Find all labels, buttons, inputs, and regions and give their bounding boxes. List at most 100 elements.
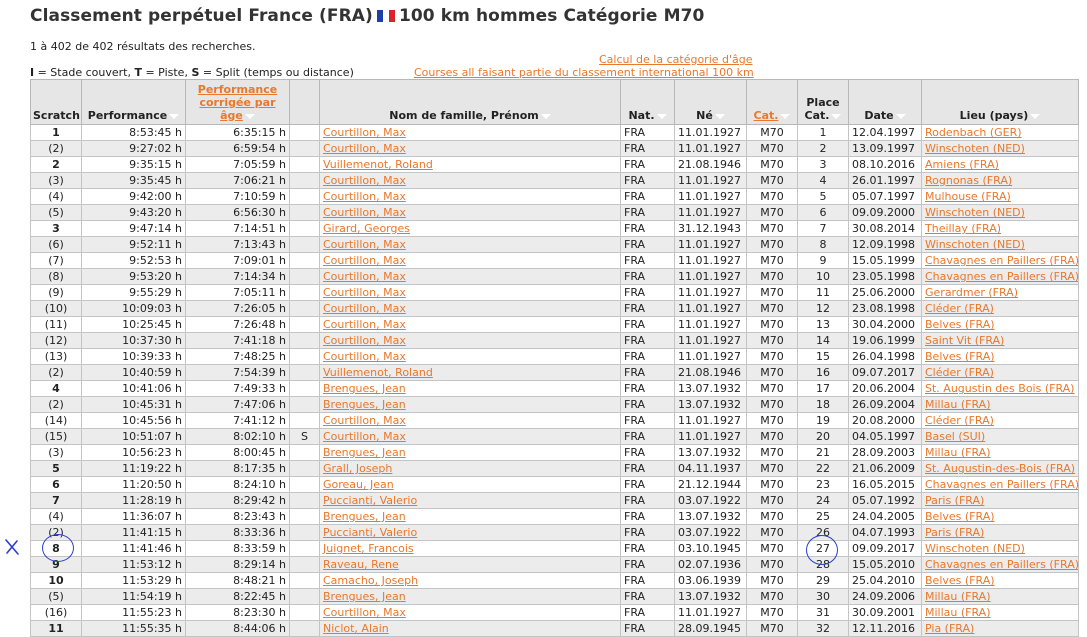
cell-lieu[interactable]: Chavagnes en Paillers (FRA): [921, 268, 1079, 285]
cell-name-link[interactable]: Brengues, Jean: [323, 446, 406, 459]
cell-name[interactable]: Courtillon, Max: [319, 252, 621, 269]
cell-name[interactable]: Niclot, Alain: [319, 620, 621, 637]
cell-name[interactable]: Courtillon, Max: [319, 188, 621, 205]
cell-lieu[interactable]: Gerardmer (FRA): [921, 284, 1079, 301]
cell-name[interactable]: Courtillon, Max: [319, 268, 621, 285]
cell-lieu-link[interactable]: Mulhouse (FRA): [925, 190, 1011, 203]
cell-name-link[interactable]: Courtillon, Max: [323, 606, 406, 619]
cell-name[interactable]: Brengues, Jean: [319, 588, 621, 605]
cell-name-link[interactable]: Vuillemenot, Roland: [323, 158, 433, 171]
cell-name[interactable]: Courtillon, Max: [319, 284, 621, 301]
cell-name-link[interactable]: Courtillon, Max: [323, 190, 406, 203]
cell-name[interactable]: Courtillon, Max: [319, 204, 621, 221]
cell-name[interactable]: Courtillon, Max: [319, 300, 621, 317]
cell-lieu[interactable]: Cléder (FRA): [921, 300, 1079, 317]
cell-name-link[interactable]: Puccianti, Valerio: [323, 526, 417, 539]
cell-name-link[interactable]: Brengues, Jean: [323, 398, 406, 411]
cell-name-link[interactable]: Goreau, Jean: [323, 478, 394, 491]
cell-lieu-link[interactable]: Gerardmer (FRA): [925, 286, 1018, 299]
cell-name-link[interactable]: Puccianti, Valerio: [323, 494, 417, 507]
cell-name-link[interactable]: Camacho, Joseph: [323, 574, 418, 587]
cell-lieu[interactable]: Pia (FRA): [921, 620, 1079, 637]
cell-lieu[interactable]: Millau (FRA): [921, 588, 1079, 605]
cell-lieu[interactable]: Rodenbach (GER): [921, 124, 1079, 141]
col-header-cat[interactable]: Cat.: [746, 79, 798, 125]
cell-name[interactable]: Courtillon, Max: [319, 124, 621, 141]
sort-arrow-icon[interactable]: [656, 113, 667, 119]
cell-name[interactable]: Goreau, Jean: [319, 476, 621, 493]
sort-arrow-icon[interactable]: [780, 113, 791, 119]
cell-lieu[interactable]: Paris (FRA): [921, 492, 1079, 509]
cell-name[interactable]: Juignet, Francois: [319, 540, 621, 557]
cell-name-link[interactable]: Raveau, Rene: [323, 558, 399, 571]
cell-name-link[interactable]: Vuillemenot, Roland: [323, 366, 433, 379]
cell-lieu[interactable]: Saint Vit (FRA): [921, 332, 1079, 349]
cell-name[interactable]: Puccianti, Valerio: [319, 492, 621, 509]
cell-name[interactable]: Courtillon, Max: [319, 412, 621, 429]
cell-name-link[interactable]: Courtillon, Max: [323, 206, 406, 219]
cell-name[interactable]: Vuillemenot, Roland: [319, 156, 621, 173]
cell-lieu[interactable]: Paris (FRA): [921, 524, 1079, 541]
cell-name-link[interactable]: Courtillon, Max: [323, 318, 406, 331]
cell-name-link[interactable]: Juignet, Francois: [323, 542, 414, 555]
cell-name-link[interactable]: Courtillon, Max: [323, 254, 406, 267]
cell-name-link[interactable]: Courtillon, Max: [323, 334, 406, 347]
cell-name-link[interactable]: Courtillon, Max: [323, 142, 406, 155]
cell-name-link[interactable]: Courtillon, Max: [323, 174, 406, 187]
cell-name[interactable]: Courtillon, Max: [319, 316, 621, 333]
col-header-lieu[interactable]: Lieu (pays): [921, 79, 1079, 125]
cell-name-link[interactable]: Girard, Georges: [323, 222, 410, 235]
cell-lieu[interactable]: Theillay (FRA): [921, 220, 1079, 237]
cell-lieu-link[interactable]: Chavagnes en Paillers (FRA): [925, 478, 1078, 491]
cell-name[interactable]: Vuillemenot, Roland: [319, 364, 621, 381]
col-header-performance[interactable]: Performance: [81, 79, 186, 125]
sort-arrow-icon[interactable]: [1030, 113, 1041, 119]
cell-lieu-link[interactable]: Belves (FRA): [925, 318, 995, 331]
cell-lieu-link[interactable]: Belves (FRA): [925, 574, 995, 587]
cell-lieu[interactable]: Winschoten (NED): [921, 204, 1079, 221]
cell-name[interactable]: Puccianti, Valerio: [319, 524, 621, 541]
cell-lieu-link[interactable]: St. Augustin-des-Bois (FRA): [925, 462, 1075, 475]
cell-lieu[interactable]: Mulhouse (FRA): [921, 188, 1079, 205]
cell-name-link[interactable]: Courtillon, Max: [323, 414, 406, 427]
age-category-calc-link[interactable]: Calcul de la catégorie d'âge: [599, 53, 753, 66]
cell-lieu-link[interactable]: St. Augustin des Bois (FRA): [925, 382, 1074, 395]
cell-lieu-link[interactable]: Saint Vit (FRA): [925, 334, 1004, 347]
col-header-date[interactable]: Date: [848, 79, 922, 125]
cell-name-link[interactable]: Courtillon, Max: [323, 430, 406, 443]
cell-name[interactable]: Courtillon, Max: [319, 348, 621, 365]
cell-lieu-link[interactable]: Cléder (FRA): [925, 302, 994, 315]
cell-lieu[interactable]: Winschoten (NED): [921, 540, 1079, 557]
cell-name-link[interactable]: Courtillon, Max: [323, 350, 406, 363]
cell-lieu-link[interactable]: Paris (FRA): [925, 526, 984, 539]
cell-lieu[interactable]: Millau (FRA): [921, 444, 1079, 461]
cell-name-link[interactable]: Niclot, Alain: [323, 622, 389, 635]
cell-name-link[interactable]: Brengues, Jean: [323, 510, 406, 523]
cell-lieu[interactable]: Amiens (FRA): [921, 156, 1079, 173]
cell-lieu[interactable]: Belves (FRA): [921, 572, 1079, 589]
col-header-nat[interactable]: Nat.: [620, 79, 675, 125]
sort-arrow-icon[interactable]: [169, 113, 180, 119]
sort-arrow-icon[interactable]: [244, 113, 255, 119]
cell-lieu-link[interactable]: Cléder (FRA): [925, 366, 994, 379]
col-header-corrected-performance[interactable]: Performance corrigée par âge: [185, 79, 290, 125]
cell-lieu-link[interactable]: Amiens (FRA): [925, 158, 999, 171]
international-courses-link[interactable]: Courses all faisant partie du classement…: [414, 66, 754, 79]
cell-name-link[interactable]: Courtillon, Max: [323, 126, 406, 139]
cell-lieu[interactable]: Basel (SUI): [921, 428, 1079, 445]
cell-name[interactable]: Raveau, Rene: [319, 556, 621, 573]
cell-lieu[interactable]: Cléder (FRA): [921, 364, 1079, 381]
cell-lieu[interactable]: Winschoten (NED): [921, 236, 1079, 253]
cell-lieu[interactable]: Belves (FRA): [921, 316, 1079, 333]
cell-lieu[interactable]: Winschoten (NED): [921, 140, 1079, 157]
col-header-name[interactable]: Nom de famille, Prénom: [319, 79, 621, 125]
cell-name-link[interactable]: Brengues, Jean: [323, 590, 406, 603]
cell-lieu-link[interactable]: Belves (FRA): [925, 510, 995, 523]
cell-name[interactable]: Brengues, Jean: [319, 444, 621, 461]
cell-name[interactable]: Camacho, Joseph: [319, 572, 621, 589]
cell-lieu[interactable]: Belves (FRA): [921, 348, 1079, 365]
cell-lieu[interactable]: Belves (FRA): [921, 508, 1079, 525]
cell-name[interactable]: Courtillon, Max: [319, 172, 621, 189]
cell-name-link[interactable]: Brengues, Jean: [323, 382, 406, 395]
cell-lieu-link[interactable]: Basel (SUI): [925, 430, 985, 443]
